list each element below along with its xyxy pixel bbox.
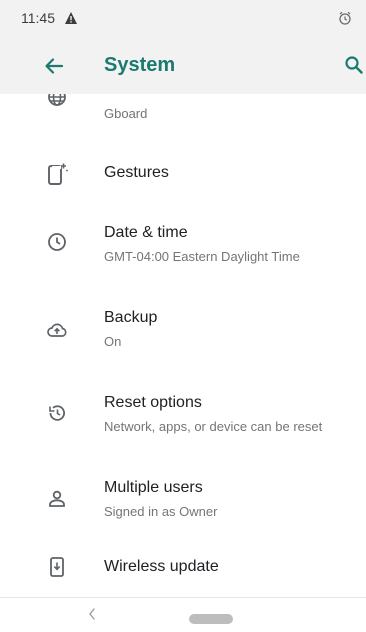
navigation-bar (0, 597, 366, 632)
gestures-phone-icon (46, 162, 68, 185)
settings-item-subtitle: On (104, 334, 122, 349)
settings-item-subtitle: GMT-04:00 Eastern Daylight Time (104, 249, 300, 264)
settings-item-backup[interactable]: Backup On (0, 301, 366, 371)
settings-item-label: Backup (104, 309, 158, 326)
settings-item-users[interactable]: Multiple users Signed in as Owner (0, 471, 366, 541)
status-bar: 11:45 (0, 0, 366, 36)
settings-list: Gboard Gestures Date & time GMT-04:00 Ea… (0, 94, 366, 597)
settings-item-languages[interactable]: Gboard (0, 94, 366, 134)
settings-item-subtitle: Signed in as Owner (104, 504, 218, 519)
history-reset-icon (46, 402, 68, 424)
globe-icon (46, 94, 68, 108)
settings-item-label: Wireless update (104, 558, 219, 575)
warning-icon (64, 11, 78, 25)
nav-back-icon[interactable] (86, 606, 98, 622)
back-arrow-icon[interactable] (43, 55, 65, 77)
home-pill[interactable] (189, 614, 233, 624)
clock-icon (46, 231, 68, 253)
cloud-upload-icon (46, 319, 68, 341)
settings-item-date-time[interactable]: Date & time GMT-04:00 Eastern Daylight T… (0, 216, 366, 286)
alarm-icon (338, 11, 352, 25)
settings-item-label: Reset options (104, 394, 202, 411)
settings-item-reset[interactable]: Reset options Network, apps, or device c… (0, 386, 366, 456)
settings-item-gestures[interactable]: Gestures (0, 146, 366, 202)
settings-item-subtitle: Network, apps, or device can be reset (104, 419, 323, 434)
status-time: 11:45 (21, 10, 55, 26)
settings-item-wireless-update[interactable]: Wireless update (0, 556, 366, 597)
app-bar: System (0, 36, 366, 94)
person-icon (46, 488, 68, 510)
page-title: System (104, 54, 176, 76)
settings-item-label: Date & time (104, 224, 188, 241)
search-icon[interactable] (344, 55, 364, 75)
settings-item-subtitle: Gboard (104, 106, 148, 121)
settings-item-label: Multiple users (104, 479, 203, 496)
settings-item-label: Gestures (104, 164, 169, 181)
system-update-icon (46, 556, 68, 578)
